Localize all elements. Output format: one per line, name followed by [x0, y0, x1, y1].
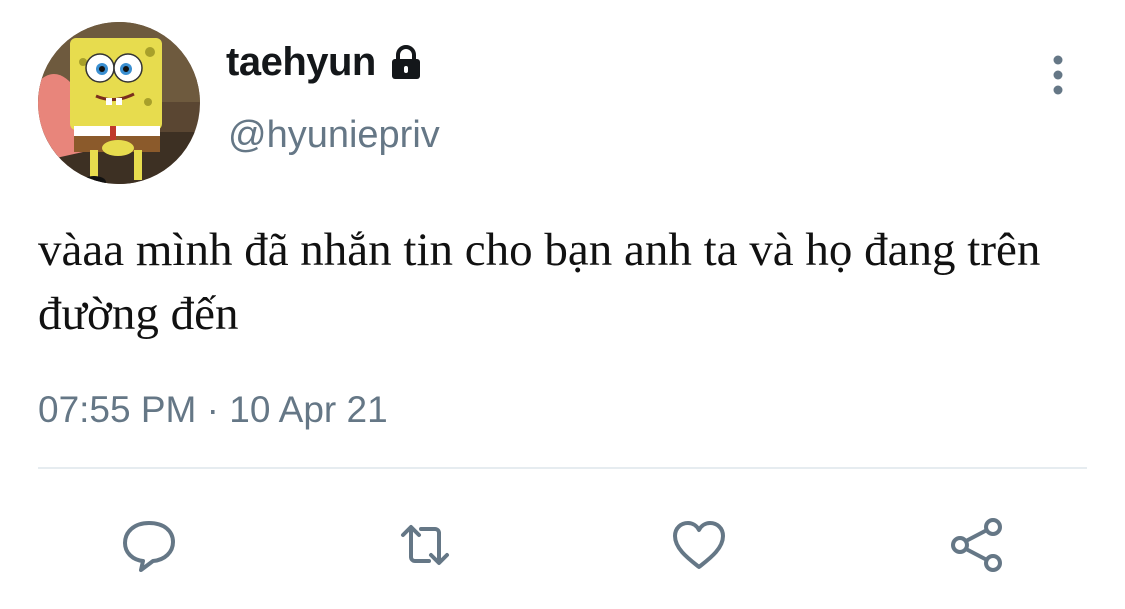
share-icon	[951, 518, 1002, 572]
retweet-icon	[401, 525, 449, 565]
avatar[interactable]	[38, 22, 200, 184]
spongebob-avatar-image	[38, 22, 200, 184]
tweet-timestamp[interactable]: 07:55 PM · 10 Apr 21	[38, 389, 388, 431]
reply-button[interactable]	[118, 514, 180, 576]
tweet-text: vàaa mình đã nhắn tin cho bạn anh ta và …	[38, 224, 1041, 340]
like-button[interactable]	[668, 514, 730, 576]
lock-icon	[386, 43, 426, 83]
display-name-row[interactable]: taehyun	[226, 40, 426, 85]
heart-icon	[673, 521, 725, 569]
reply-icon	[123, 521, 175, 572]
more-vertical-icon[interactable]	[1040, 52, 1076, 98]
share-button[interactable]	[946, 514, 1008, 576]
retweet-button[interactable]	[394, 514, 456, 576]
user-handle[interactable]: @hyuniepriv	[228, 114, 440, 157]
display-name[interactable]: taehyun	[226, 40, 376, 85]
divider	[38, 467, 1087, 469]
